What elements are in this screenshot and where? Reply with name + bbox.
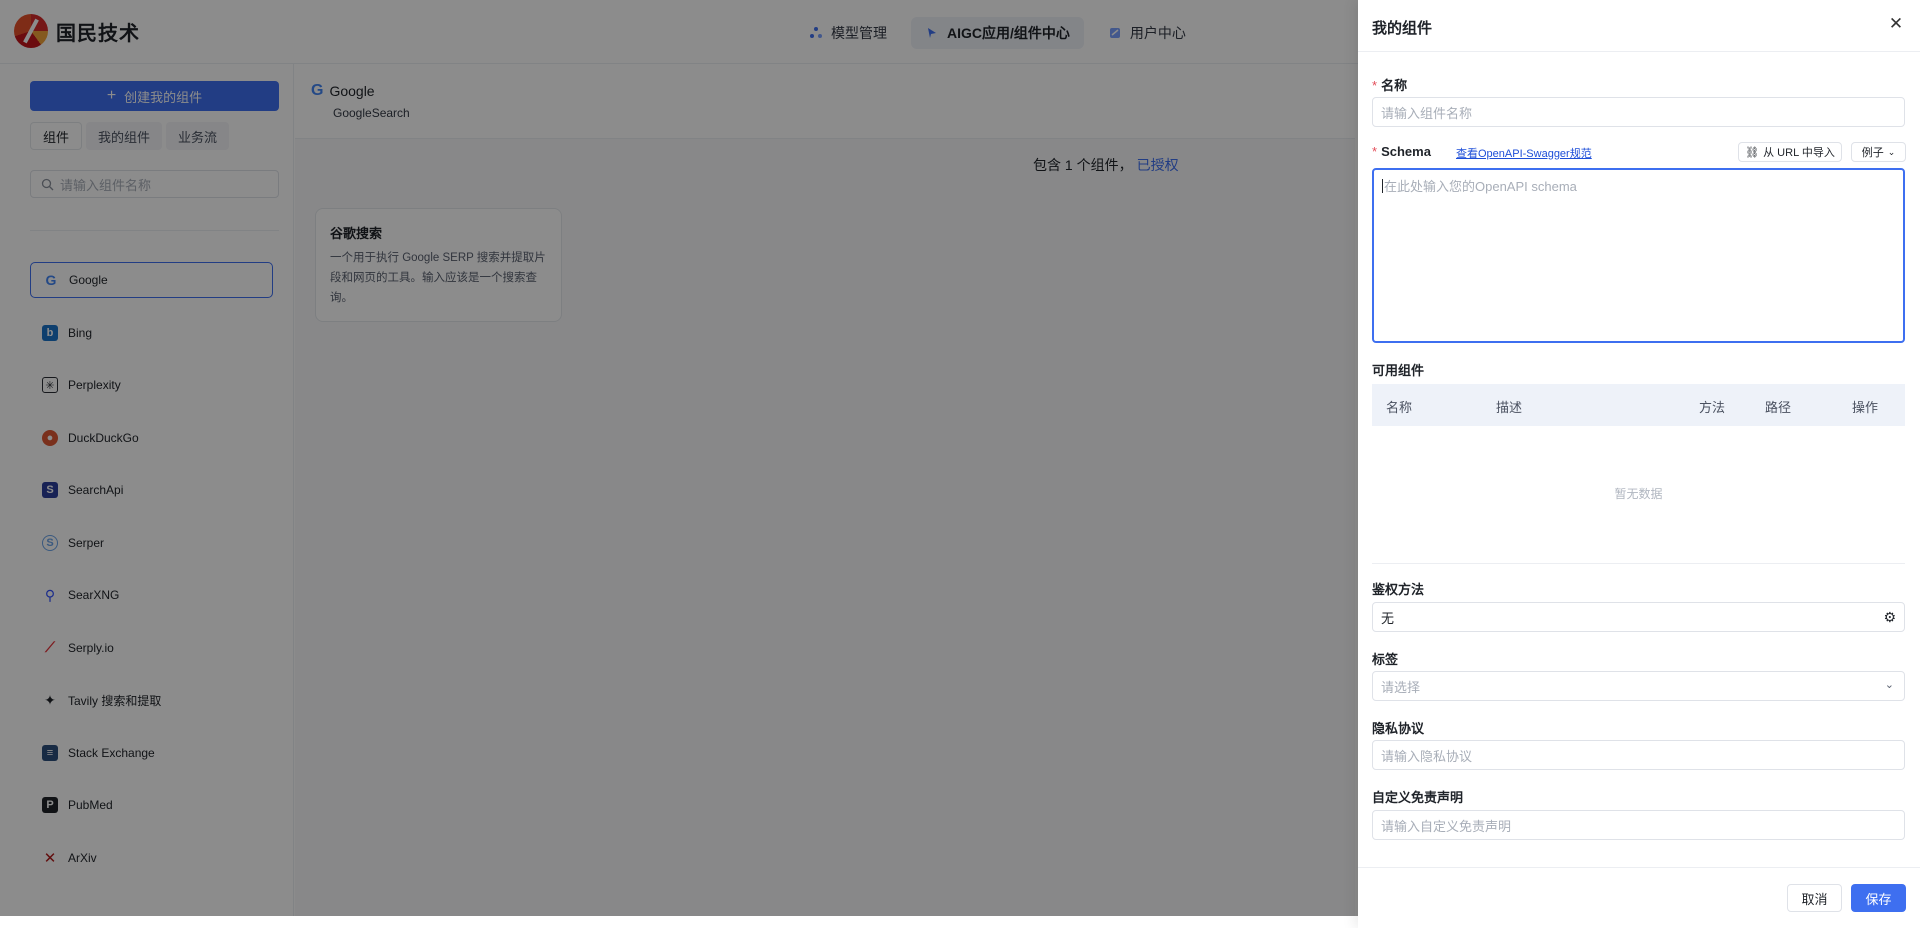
chevron-down-icon: ⌄ <box>1887 146 1896 157</box>
privacy-label: 隐私协议 <box>1372 721 1425 736</box>
disclaimer-input[interactable]: 请输入自定义免责声明 <box>1372 810 1905 840</box>
name-label: * 名称 <box>1372 75 1407 94</box>
schema-placeholder: 在此处输入您的OpenAPI schema <box>1384 179 1577 194</box>
auth-label: 鉴权方法 <box>1372 582 1425 597</box>
disclaimer-placeholder: 请输入自定义免责声明 <box>1381 818 1512 834</box>
schema-textarea[interactable]: 在此处输入您的OpenAPI schema <box>1372 168 1905 343</box>
col-method: 方法 <box>1699 400 1726 415</box>
text-caret <box>1382 179 1383 193</box>
name-placeholder: 请输入组件名称 <box>1381 105 1473 121</box>
col-path: 路径 <box>1765 400 1792 415</box>
drawer-title: 我的组件 <box>1372 20 1433 37</box>
available-components-label: 可用组件 <box>1372 363 1425 378</box>
tags-select[interactable]: 请选择 ⌄ <box>1372 671 1905 701</box>
import-button-label: 从 URL 中导入 <box>1763 147 1835 159</box>
privacy-placeholder: 请输入隐私协议 <box>1381 748 1473 764</box>
cancel-button[interactable]: 取消 <box>1787 884 1842 912</box>
close-icon[interactable]: ✕ <box>1886 14 1906 34</box>
tags-placeholder: 请选择 <box>1381 679 1421 695</box>
privacy-input[interactable]: 请输入隐私协议 <box>1372 740 1905 770</box>
example-label: 例子 <box>1861 147 1884 159</box>
auth-value: 无 <box>1381 610 1395 626</box>
modal-overlay[interactable] <box>0 0 1358 928</box>
schema-label-text: Schema <box>1381 144 1431 159</box>
import-from-url-button[interactable]: ⛓ 从 URL 中导入 <box>1738 142 1842 162</box>
schema-label: * Schema 查看OpenAPI-Swagger规范 <box>1372 144 1672 161</box>
components-table-header: 名称 描述 方法 路径 操作 <box>1372 384 1905 426</box>
example-dropdown[interactable]: 例子 ⌄ <box>1851 142 1906 162</box>
gear-icon[interactable]: ⚙ <box>1883 609 1896 626</box>
name-input[interactable]: 请输入组件名称 <box>1372 97 1905 127</box>
chevron-down-icon: ⌄ <box>1884 679 1894 691</box>
drawer-header: 我的组件 ✕ <box>1358 0 1920 52</box>
col-description: 描述 <box>1496 400 1523 415</box>
link-icon: ⛓ <box>1745 146 1760 159</box>
col-name: 名称 <box>1386 400 1413 415</box>
col-action: 操作 <box>1852 400 1879 415</box>
auth-method-field[interactable]: 无 ⚙ <box>1372 602 1905 632</box>
empty-state: 暂无数据 <box>1372 426 1905 564</box>
required-mark: * <box>1372 78 1378 93</box>
save-button[interactable]: 保存 <box>1851 884 1906 912</box>
openapi-spec-link[interactable]: 查看OpenAPI-Swagger规范 <box>1456 145 1592 161</box>
disclaimer-label: 自定义免责声明 <box>1372 790 1464 805</box>
name-label-text: 名称 <box>1381 78 1408 93</box>
tags-label: 标签 <box>1372 652 1399 667</box>
required-mark: * <box>1372 144 1378 159</box>
